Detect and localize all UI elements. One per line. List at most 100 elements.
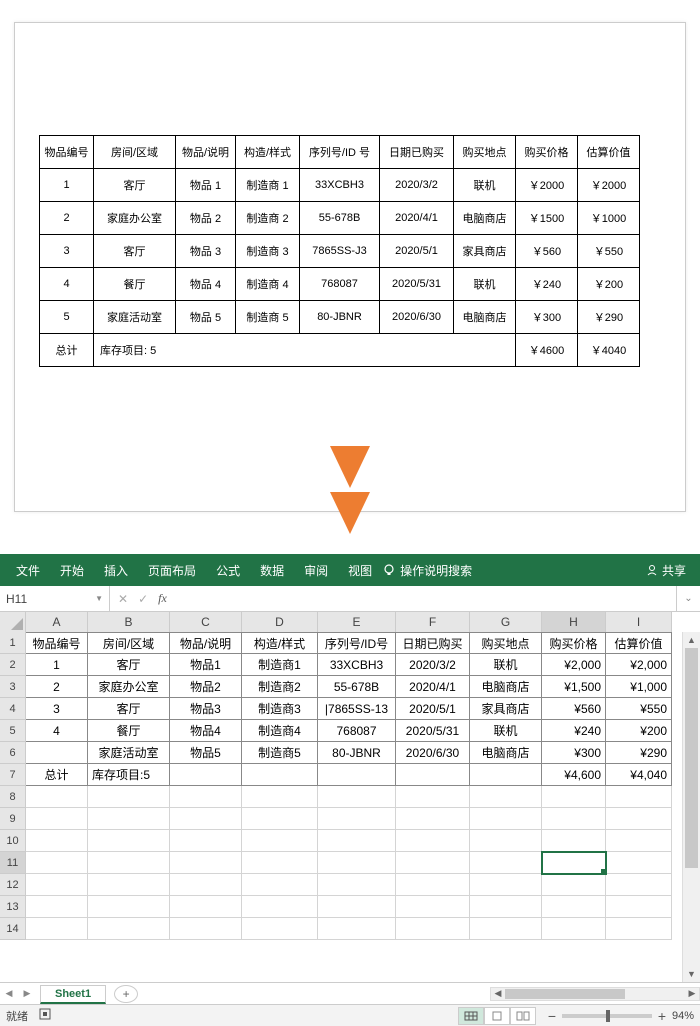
ribbon-tab-formulas[interactable]: 公式	[206, 554, 250, 586]
table-total-row: 7总计库存项目:5¥4,600¥4,040	[0, 764, 672, 786]
col-header: 序列号/ID 号	[300, 136, 380, 169]
name-box[interactable]: H11 ▼	[0, 586, 110, 612]
arrow-down-icon	[326, 446, 374, 546]
table-row: 2家庭办公室物品 2制造商 255-678B2020/4/1电脑商店￥1500￥…	[40, 202, 640, 235]
zoom-slider[interactable]	[562, 1014, 652, 1018]
rows-container: 1 物品编号 房间/区域 物品/说明 构造/样式 序列号/ID号 日期已购买 购…	[0, 632, 672, 940]
table-header-row: 物品编号 房间/区域 物品/说明 构造/样式 序列号/ID 号 日期已购买 购买…	[40, 136, 640, 169]
col-header: 物品/说明	[176, 136, 236, 169]
spreadsheet-grid[interactable]: A B C D E F G H I 1 物品编号 房间/区域 物品/说明 构造/…	[0, 612, 700, 982]
table-row: 3客厅物品 3制造商 37865SS-J32020/5/1家具商店￥560￥55…	[40, 235, 640, 268]
share-icon	[646, 564, 658, 576]
col-header-I[interactable]: I	[606, 612, 672, 632]
normal-view-button[interactable]	[458, 1007, 484, 1025]
zoom-out-button[interactable]: −	[546, 1008, 558, 1024]
table-row: 32家庭办公室物品2制造商255-678B2020/4/1电脑商店¥1,500¥…	[0, 676, 672, 698]
col-header: 日期已购买	[380, 136, 454, 169]
column-headers: A B C D E F G H I	[0, 612, 672, 632]
cancel-icon[interactable]: ✕	[118, 592, 128, 606]
scroll-thumb[interactable]	[685, 648, 698, 868]
table-row: 4餐厅物品 4制造商 47680872020/5/31联机￥240￥200	[40, 268, 640, 301]
col-header-A[interactable]: A	[26, 612, 88, 632]
page-layout-view-button[interactable]	[484, 1007, 510, 1025]
table-total-row: 总计 库存项目: 5 ￥4600 ￥4040	[40, 334, 640, 367]
sheet-nav-prev-icon[interactable]: ◀	[0, 988, 18, 999]
scroll-thumb[interactable]	[505, 989, 625, 999]
table-row: 54餐厅物品4制造商47680872020/5/31联机¥240¥200	[0, 720, 672, 742]
table-row: 14	[0, 918, 672, 940]
ribbon-tab-insert[interactable]: 插入	[94, 554, 138, 586]
page-break-view-button[interactable]	[510, 1007, 536, 1025]
table-row: 8	[0, 786, 672, 808]
col-header-C[interactable]: C	[170, 612, 242, 632]
horizontal-scrollbar[interactable]: ◀ ▶	[490, 987, 700, 1001]
col-header-E[interactable]: E	[318, 612, 396, 632]
select-all-corner[interactable]	[0, 612, 26, 632]
share-button[interactable]: 共享	[638, 562, 694, 579]
sheet-tab[interactable]: Sheet1	[40, 985, 106, 1004]
row-header[interactable]: 1	[0, 632, 26, 654]
col-header-B[interactable]: B	[88, 612, 170, 632]
formula-bar-buttons: ✕ ✓ fx	[110, 591, 175, 606]
col-header: 房间/区域	[94, 136, 176, 169]
lightbulb-icon	[382, 563, 396, 577]
total-value: ￥4040	[578, 334, 640, 367]
zoom-level[interactable]: 94%	[672, 1010, 694, 1022]
grid-icon	[464, 1011, 478, 1021]
sheet-nav-next-icon[interactable]: ▶	[18, 988, 36, 999]
inventory-count: 库存项目: 5	[94, 334, 516, 367]
page-icon	[490, 1011, 504, 1021]
ribbon: 文件 开始 插入 页面布局 公式 数据 审阅 视图 操作说明搜索 共享	[0, 554, 700, 586]
scroll-right-icon[interactable]: ▶	[685, 988, 699, 999]
table-row: 1客厅物品 1制造商 133XCBH32020/3/2联机￥2000￥2000	[40, 169, 640, 202]
zoom-in-button[interactable]: +	[656, 1008, 668, 1024]
enter-icon[interactable]: ✓	[138, 592, 148, 606]
table-row: 12	[0, 874, 672, 896]
vertical-scrollbar[interactable]: ▲ ▼	[682, 632, 700, 982]
active-cell[interactable]	[542, 852, 606, 874]
chevron-down-icon: ▼	[95, 594, 103, 603]
col-header: 构造/样式	[236, 136, 300, 169]
table-row: 9	[0, 808, 672, 830]
table-row: 21客厅物品1制造商133XCBH32020/3/2联机¥2,000¥2,000	[0, 654, 672, 676]
table-row: 10	[0, 830, 672, 852]
col-header: 购买地点	[454, 136, 516, 169]
col-header-D[interactable]: D	[242, 612, 318, 632]
table-row: 43客厅物品3制造商3|7865SS-132020/5/1家具商店¥560¥55…	[0, 698, 672, 720]
table-row: 11	[0, 852, 672, 874]
scroll-left-icon[interactable]: ◀	[491, 988, 505, 999]
pagebreak-icon	[516, 1011, 530, 1021]
excel-window: 文件 开始 插入 页面布局 公式 数据 审阅 视图 操作说明搜索 共享 H11 …	[0, 554, 700, 1026]
col-header-H[interactable]: H	[542, 612, 606, 632]
col-header: 物品编号	[40, 136, 94, 169]
ribbon-tab-home[interactable]: 开始	[50, 554, 94, 586]
col-header-F[interactable]: F	[396, 612, 470, 632]
add-sheet-button[interactable]: +	[114, 985, 138, 1003]
sheet-tab-bar: ◀ ▶ Sheet1 + ◀ ▶	[0, 982, 700, 1004]
ribbon-tab-file[interactable]: 文件	[6, 554, 50, 586]
ribbon-tab-data[interactable]: 数据	[250, 554, 294, 586]
scroll-up-icon[interactable]: ▲	[683, 632, 700, 648]
macro-record-icon[interactable]	[38, 1007, 52, 1024]
expand-formula-bar-icon[interactable]: ⌄	[676, 586, 700, 612]
fx-icon[interactable]: fx	[158, 591, 167, 606]
formula-bar-row: H11 ▼ ✕ ✓ fx ⌄	[0, 586, 700, 612]
status-bar: 就绪 − + 94%	[0, 1004, 700, 1026]
ribbon-tab-view[interactable]: 视图	[338, 554, 382, 586]
status-text: 就绪	[6, 1008, 28, 1024]
ribbon-tab-review[interactable]: 审阅	[294, 554, 338, 586]
tell-me-search[interactable]: 操作说明搜索	[382, 562, 472, 579]
source-document: 物品编号 房间/区域 物品/说明 构造/样式 序列号/ID 号 日期已购买 购买…	[14, 22, 686, 512]
scroll-down-icon[interactable]: ▼	[683, 966, 700, 982]
zoom-control: − + 94%	[546, 1008, 694, 1024]
table-row: 5家庭活动室物品 5制造商 580-JBNR2020/6/30电脑商店￥300￥…	[40, 301, 640, 334]
table-row: 6家庭活动室物品5制造商580-JBNR2020/6/30电脑商店¥300¥29…	[0, 742, 672, 764]
zoom-slider-handle[interactable]	[606, 1010, 610, 1022]
col-header: 购买价格	[516, 136, 578, 169]
table-row: 1 物品编号 房间/区域 物品/说明 构造/样式 序列号/ID号 日期已购买 购…	[0, 632, 672, 654]
ribbon-tab-layout[interactable]: 页面布局	[138, 554, 206, 586]
inventory-table: 物品编号 房间/区域 物品/说明 构造/样式 序列号/ID 号 日期已购买 购买…	[39, 135, 640, 367]
total-price: ￥4600	[516, 334, 578, 367]
col-header: 估算价值	[578, 136, 640, 169]
col-header-G[interactable]: G	[470, 612, 542, 632]
